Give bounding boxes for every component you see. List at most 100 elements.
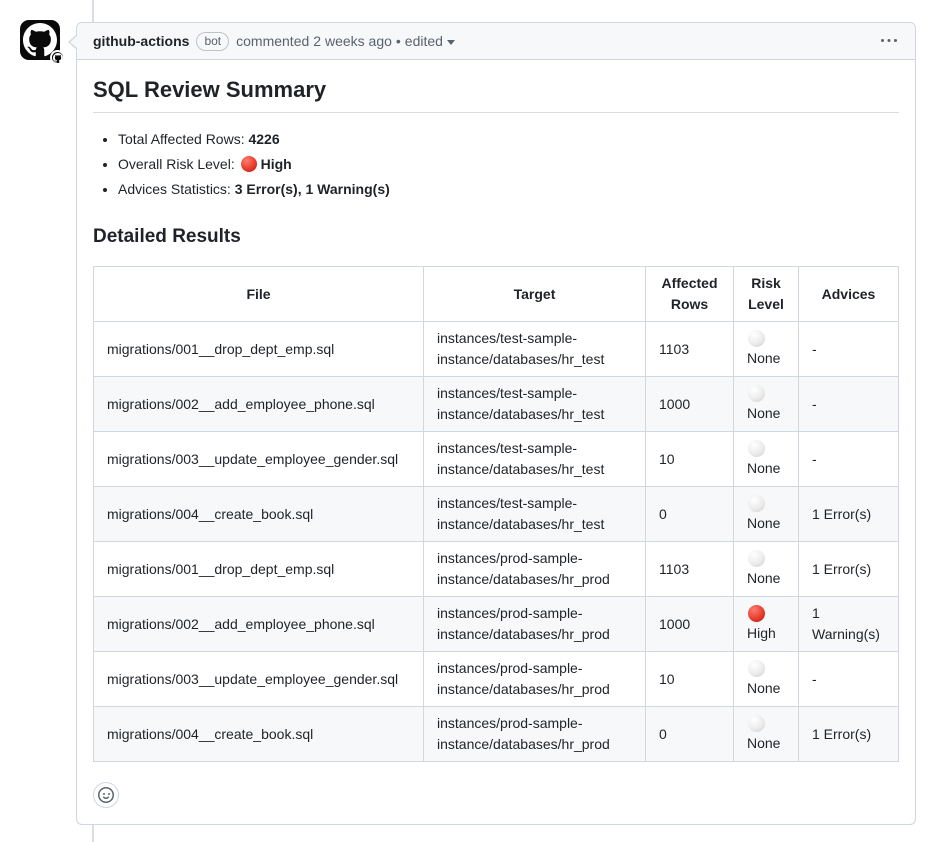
cell-file: migrations/001__drop_dept_emp.sql	[94, 322, 424, 377]
red-circle-icon	[748, 605, 765, 622]
action-text: commented	[236, 31, 309, 51]
summary-label: Advices Statistics:	[118, 181, 235, 197]
cell-affected-rows: 1000	[646, 377, 734, 432]
table-row: migrations/004__create_book.sql instance…	[94, 487, 899, 542]
table-row: migrations/003__update_employee_gender.s…	[94, 432, 899, 487]
white-circle-icon	[748, 550, 765, 567]
cell-file: migrations/002__add_employee_phone.sql	[94, 597, 424, 652]
column-header-target: Target	[424, 267, 646, 322]
comment-options-button[interactable]	[879, 31, 899, 51]
white-circle-icon	[748, 330, 765, 347]
table-header-row: File Target Affected Rows Risk Level Adv…	[94, 267, 899, 322]
issue-comment-page: github-actions bot commented 2 weeks ago…	[0, 0, 930, 842]
column-header-advices: Advices	[799, 267, 899, 322]
cell-affected-rows: 0	[646, 487, 734, 542]
risk-level-label: None	[747, 460, 780, 476]
risk-level-label: None	[747, 680, 780, 696]
cell-affected-rows: 1103	[646, 542, 734, 597]
white-circle-icon	[748, 495, 765, 512]
edited-label: edited	[405, 31, 443, 51]
cell-target: instances/prod-sample-instance/databases…	[424, 707, 646, 762]
timeline-line	[92, 824, 94, 842]
table-row: migrations/002__add_employee_phone.sql i…	[94, 597, 899, 652]
cell-file: migrations/002__add_employee_phone.sql	[94, 377, 424, 432]
chevron-down-icon	[447, 40, 455, 45]
page-title: SQL Review Summary	[93, 76, 899, 113]
cell-advices: 1 Warning(s)	[799, 597, 899, 652]
comment-card: github-actions bot commented 2 weeks ago…	[76, 22, 916, 825]
risk-level-label: None	[747, 405, 780, 421]
cell-risk-level: None	[734, 432, 799, 487]
cell-advices: -	[799, 377, 899, 432]
comment-body: SQL Review Summary Total Affected Rows: …	[77, 60, 915, 824]
meta-separator: •	[396, 31, 401, 51]
cell-advices: 1 Error(s)	[799, 542, 899, 597]
cell-file: migrations/003__update_employee_gender.s…	[94, 432, 424, 487]
risk-level-label: None	[747, 350, 780, 366]
kebab-horizontal-icon	[881, 33, 897, 49]
cell-target: instances/test-sample-instance/databases…	[424, 377, 646, 432]
white-circle-icon	[748, 660, 765, 677]
cell-risk-level: None	[734, 322, 799, 377]
table-row: migrations/004__create_book.sql instance…	[94, 707, 899, 762]
risk-level-label: None	[747, 570, 780, 586]
column-header-file: File	[94, 267, 424, 322]
column-header-risk-level: Risk Level	[734, 267, 799, 322]
cell-risk-level: None	[734, 542, 799, 597]
white-circle-icon	[748, 715, 765, 732]
summary-value: High	[261, 156, 292, 172]
white-circle-icon	[748, 385, 765, 402]
timeline-line	[92, 0, 94, 22]
risk-level-label: None	[747, 515, 780, 531]
author-link[interactable]: github-actions	[93, 31, 189, 51]
bot-avatar-badge-icon	[50, 50, 65, 65]
column-header-affected-rows: Affected Rows	[646, 267, 734, 322]
summary-item-risk-level: Overall Risk Level: High	[118, 154, 899, 175]
summary-value: 4226	[248, 131, 279, 147]
cell-file: migrations/004__create_book.sql	[94, 707, 424, 762]
cell-file: migrations/004__create_book.sql	[94, 487, 424, 542]
edited-dropdown-button[interactable]: edited	[405, 31, 455, 51]
cell-advices: -	[799, 322, 899, 377]
cell-affected-rows: 1000	[646, 597, 734, 652]
add-reaction-button[interactable]	[93, 782, 119, 808]
cell-target: instances/prod-sample-instance/databases…	[424, 597, 646, 652]
cell-risk-level: None	[734, 707, 799, 762]
cell-affected-rows: 10	[646, 432, 734, 487]
comment-header: github-actions bot commented 2 weeks ago…	[77, 23, 915, 60]
cell-advices: -	[799, 652, 899, 707]
cell-affected-rows: 10	[646, 652, 734, 707]
summary-label: Total Affected Rows:	[118, 131, 248, 147]
cell-affected-rows: 0	[646, 707, 734, 762]
risk-level-label: High	[747, 625, 776, 641]
cell-advices: -	[799, 432, 899, 487]
comment-meta: commented 2 weeks ago • edited	[236, 31, 455, 51]
summary-item-advices-stats: Advices Statistics: 3 Error(s), 1 Warnin…	[118, 179, 899, 200]
bot-badge: bot	[196, 32, 229, 51]
cell-risk-level: None	[734, 487, 799, 542]
cell-target: instances/test-sample-instance/databases…	[424, 432, 646, 487]
table-row: migrations/001__drop_dept_emp.sql instan…	[94, 322, 899, 377]
timestamp-link[interactable]: 2 weeks ago	[313, 31, 392, 51]
cell-target: instances/test-sample-instance/databases…	[424, 487, 646, 542]
smiley-icon	[98, 787, 114, 803]
cell-file: migrations/003__update_employee_gender.s…	[94, 652, 424, 707]
summary-list: Total Affected Rows: 4226 Overall Risk L…	[93, 129, 899, 200]
cell-advices: 1 Error(s)	[799, 487, 899, 542]
risk-level-label: None	[747, 735, 780, 751]
white-circle-icon	[748, 440, 765, 457]
cell-target: instances/prod-sample-instance/databases…	[424, 652, 646, 707]
cell-advices: 1 Error(s)	[799, 707, 899, 762]
cell-target: instances/prod-sample-instance/databases…	[424, 542, 646, 597]
summary-label: Overall Risk Level:	[118, 156, 239, 172]
red-circle-icon	[241, 156, 257, 172]
cell-file: migrations/001__drop_dept_emp.sql	[94, 542, 424, 597]
summary-value: 3 Error(s), 1 Warning(s)	[235, 181, 390, 197]
cell-risk-level: High	[734, 597, 799, 652]
summary-item-total-rows: Total Affected Rows: 4226	[118, 129, 899, 150]
avatar[interactable]	[20, 20, 60, 60]
results-table: File Target Affected Rows Risk Level Adv…	[93, 266, 899, 762]
table-row: migrations/002__add_employee_phone.sql i…	[94, 377, 899, 432]
table-row: migrations/003__update_employee_gender.s…	[94, 652, 899, 707]
cell-target: instances/test-sample-instance/databases…	[424, 322, 646, 377]
